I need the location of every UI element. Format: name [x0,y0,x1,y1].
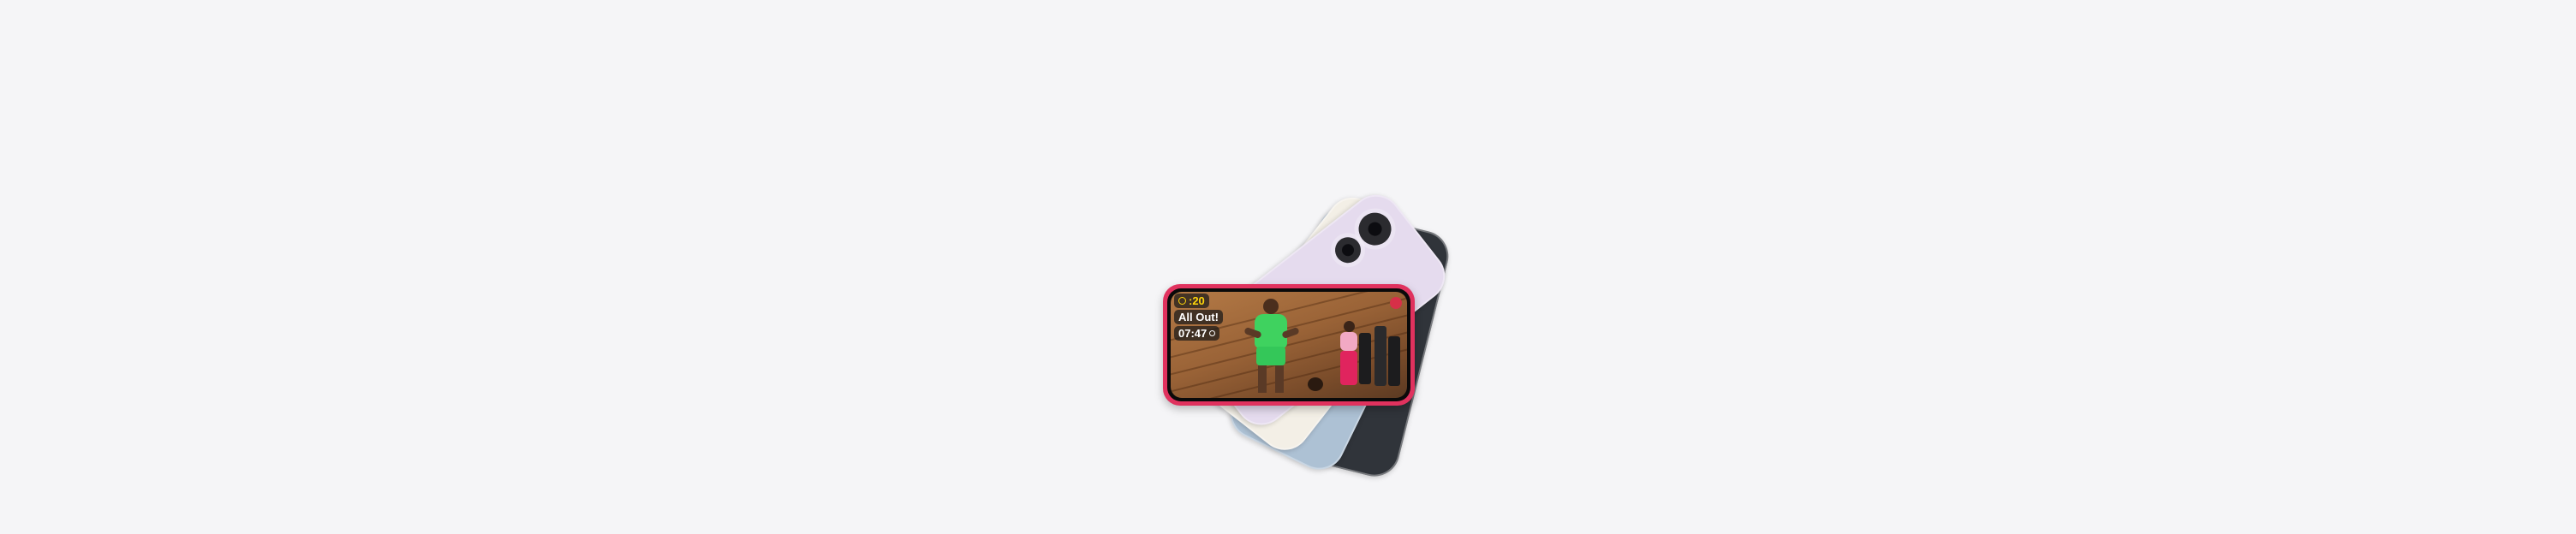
workout-title-text: All Out! [1178,311,1219,323]
trainer-green [1243,297,1300,398]
activity-ring-icon [1390,297,1402,309]
hero-stage: :20 All Out! 07:47 [0,0,2576,534]
interval-timer-value: :20 [1189,294,1205,307]
timer-icon [1178,297,1186,305]
phone-screen: :20 All Out! 07:47 [1167,288,1410,401]
elapsed-time: 07:47 [1174,326,1220,341]
workout-overlay: :20 All Out! 07:47 [1174,294,1223,342]
elapsed-time-value: 07:47 [1178,327,1208,340]
trainer-pink [1332,321,1366,398]
kettlebell [1308,377,1323,391]
workout-title: All Out! [1174,310,1223,324]
interval-timer: :20 [1174,294,1209,308]
clock-icon [1209,330,1216,336]
phone-front-pink: :20 All Out! 07:47 [1163,284,1415,406]
